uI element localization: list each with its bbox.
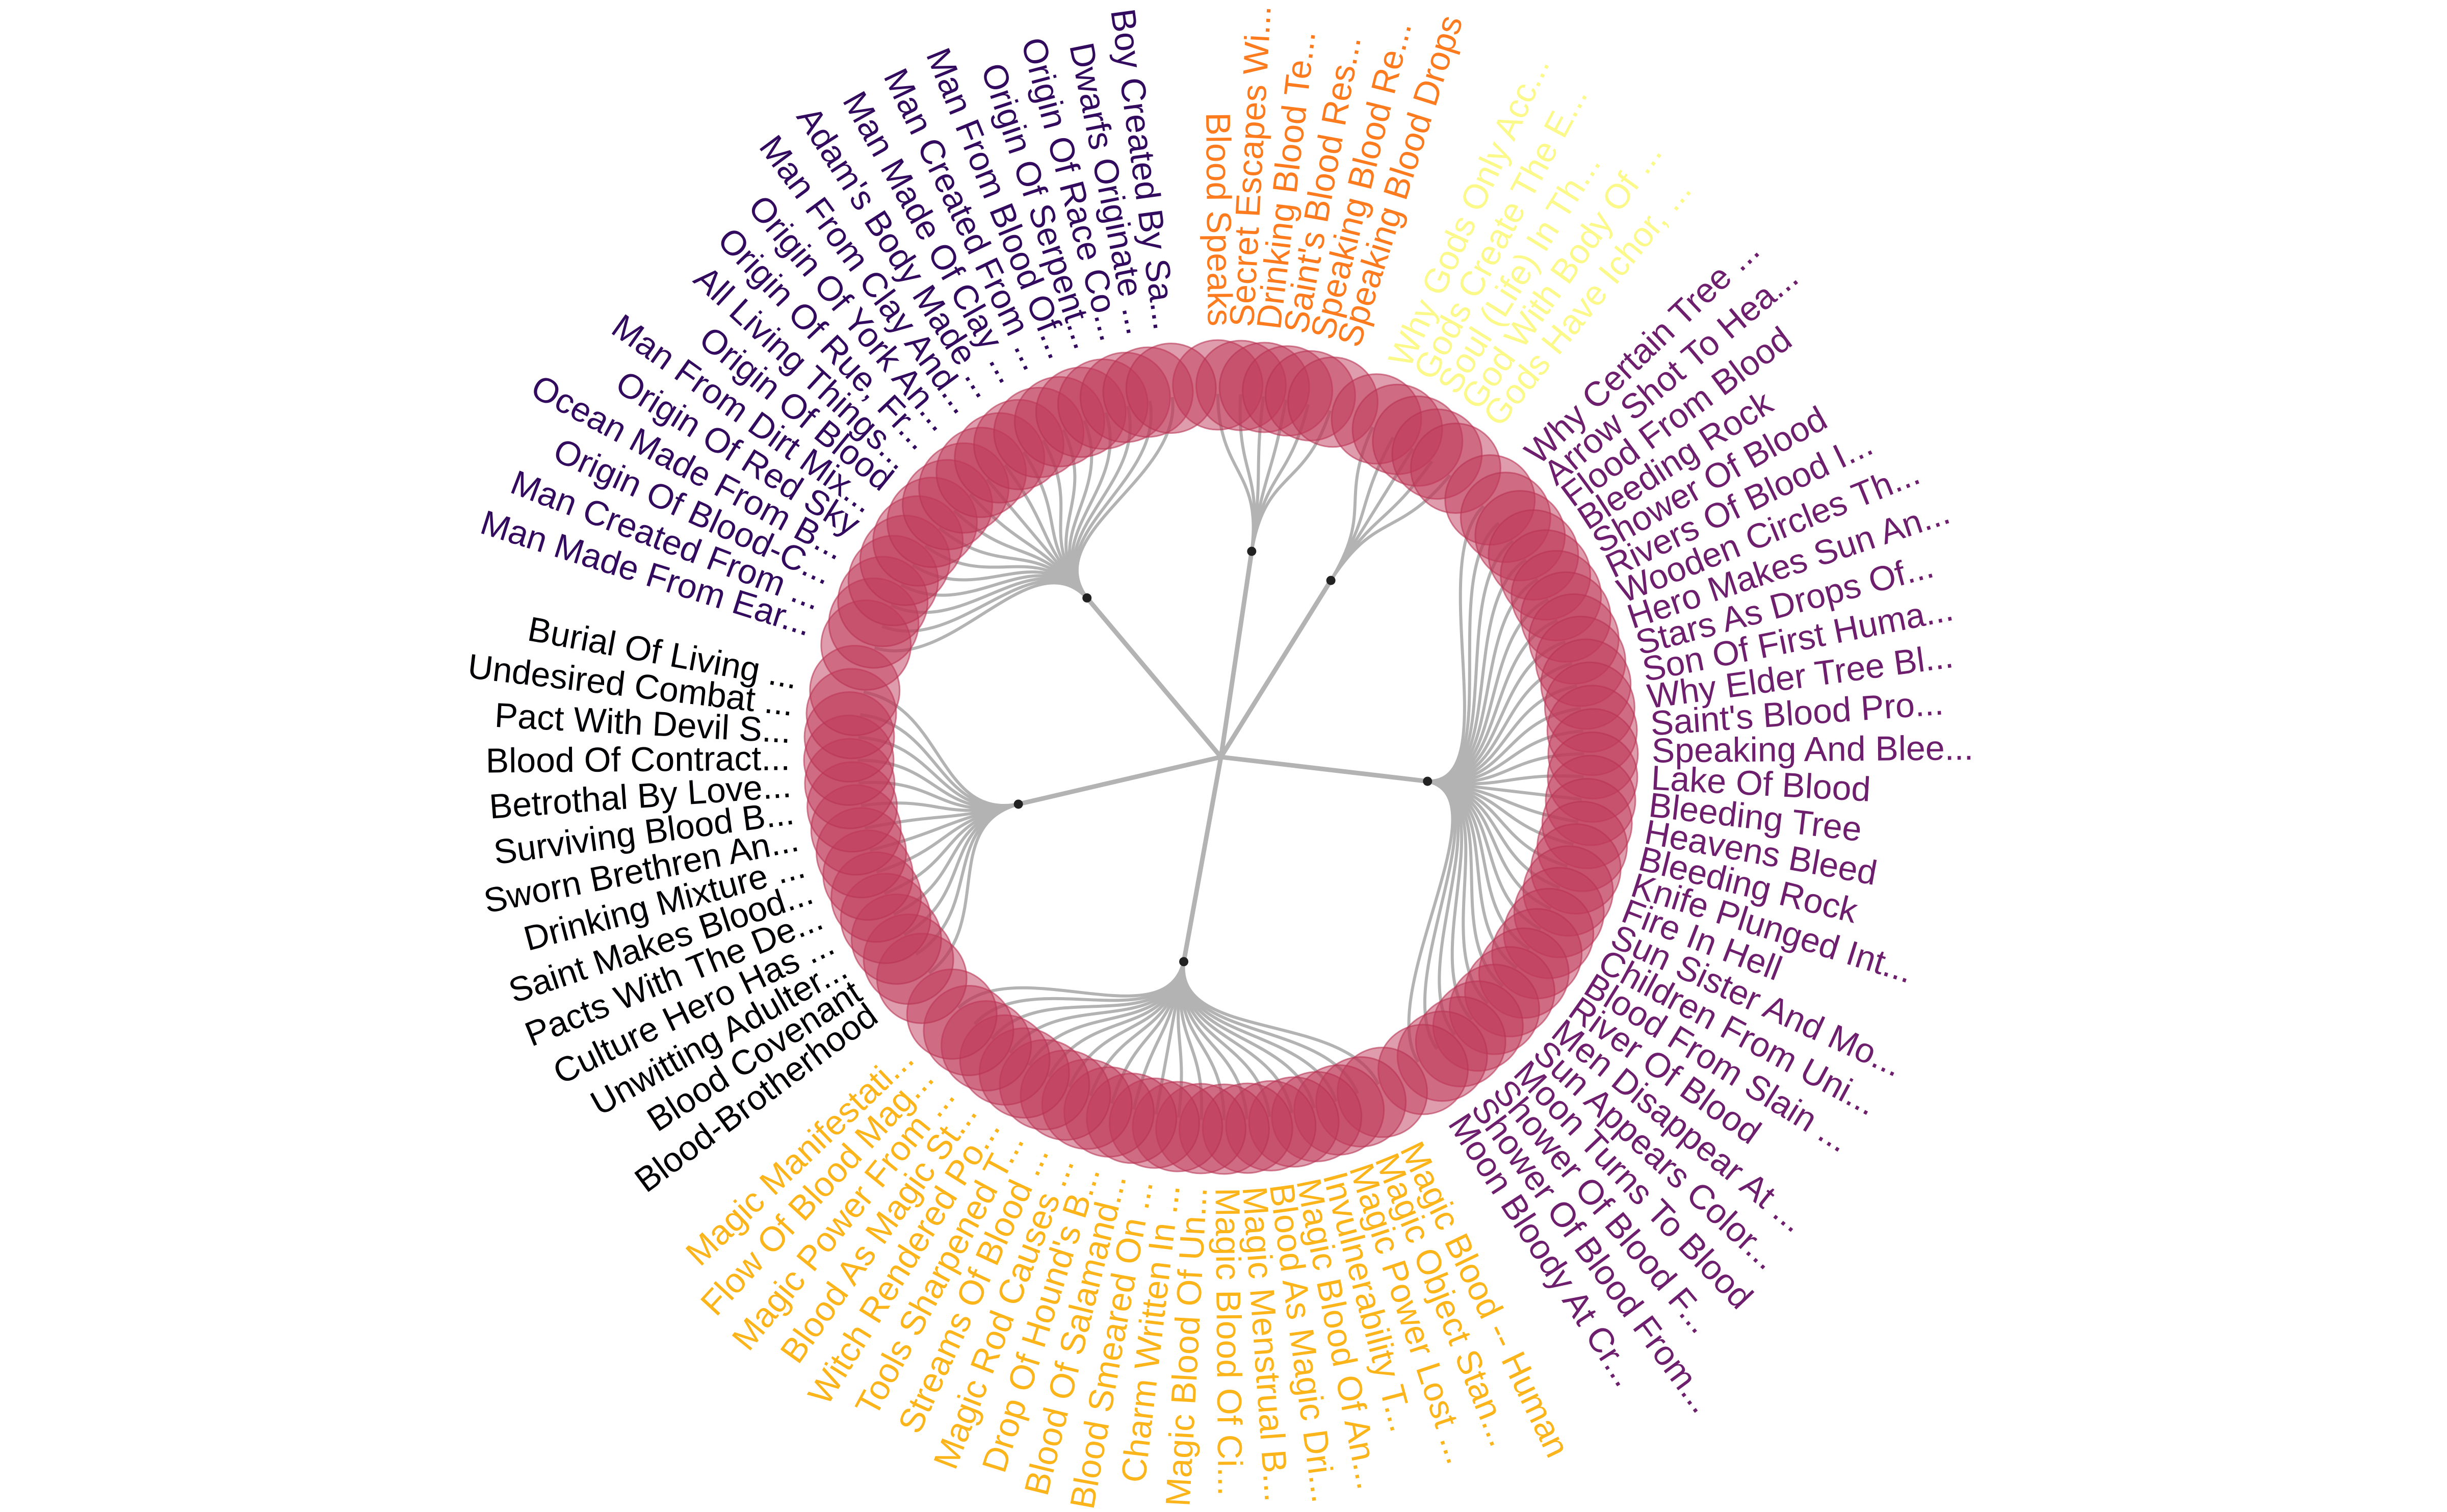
root-branch-link [1087, 598, 1224, 760]
leaf-label: Magic Blood Of Ci... [1208, 1188, 1249, 1496]
branch-junction [1423, 776, 1433, 786]
branch-junction [1247, 546, 1257, 556]
branch-junction [1326, 576, 1336, 585]
root-branch-link [1182, 754, 1224, 960]
root-branch-link [1218, 553, 1254, 760]
branch-junction [1179, 957, 1189, 967]
leaf-node [1125, 343, 1217, 434]
circular-dendrogram: Blood SpeaksSecret Escapes Wi...Drinking… [466, 5, 1974, 1512]
branch-junction [1082, 593, 1092, 603]
branch-junction [1013, 799, 1023, 809]
root-branch-link [1218, 754, 1426, 784]
root-branch-link [1218, 581, 1331, 760]
root-branch-link [1020, 754, 1224, 806]
